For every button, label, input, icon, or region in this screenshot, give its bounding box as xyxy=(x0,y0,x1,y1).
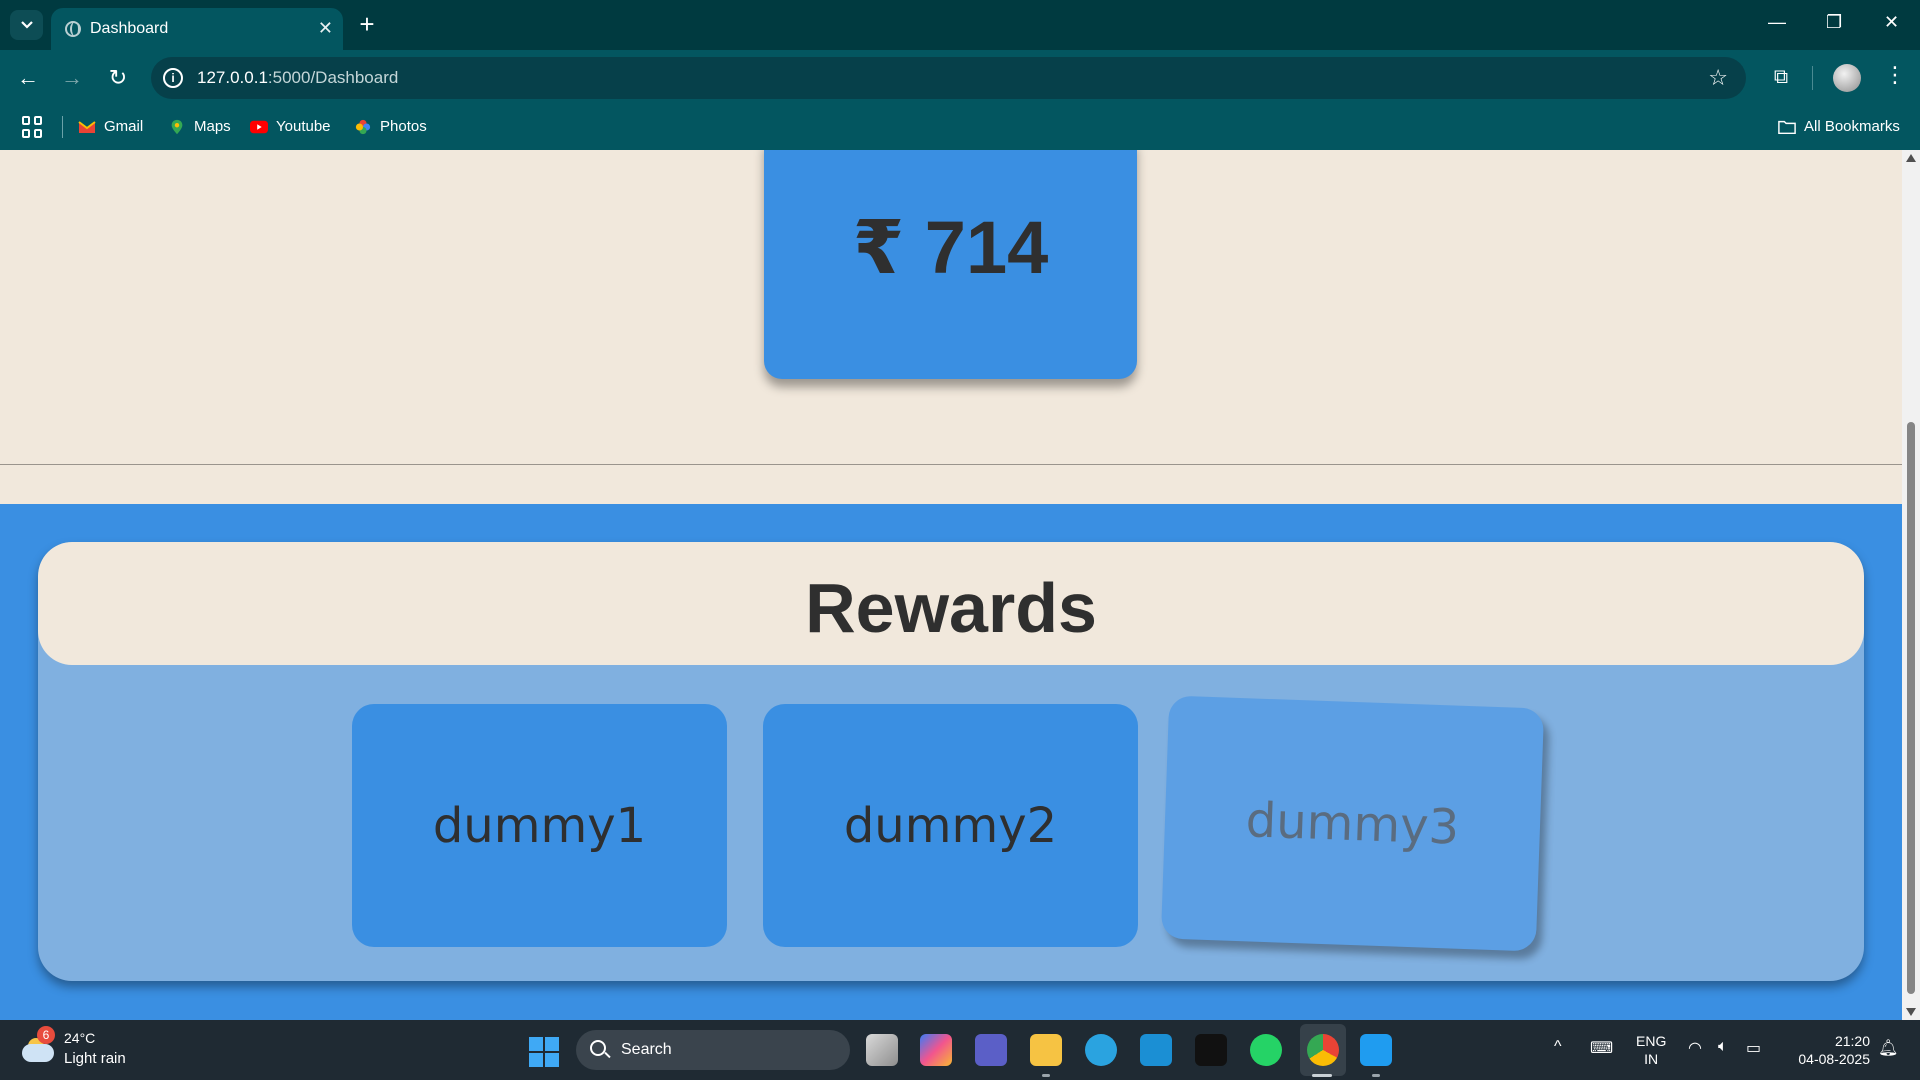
browser-toolbar: ← → ↻ i 127.0.0.1:5000/Dashboard ☆ ⧉ ⋮ xyxy=(0,50,1920,106)
section-divider xyxy=(0,464,1902,465)
running-indicator xyxy=(1372,1074,1380,1077)
chevron-down-icon xyxy=(20,21,33,29)
terminal-icon[interactable] xyxy=(1195,1034,1227,1066)
task-view-icon[interactable] xyxy=(866,1034,898,1066)
new-tab-button[interactable]: + xyxy=(354,10,380,38)
weather-badge: 6 xyxy=(37,1026,55,1044)
active-indicator xyxy=(1312,1074,1332,1077)
weather-desc: Light rain xyxy=(64,1050,126,1067)
notifications-icon[interactable]: 🔔︎ xyxy=(1878,1038,1898,1058)
taskbar-search[interactable]: Search xyxy=(576,1030,850,1070)
bookmark-star-icon[interactable]: ☆ xyxy=(1708,65,1728,91)
reward-label: dummy1 xyxy=(432,797,647,854)
address-bar[interactable]: i 127.0.0.1:5000/Dashboard ☆ xyxy=(151,57,1746,99)
chrome-icon[interactable] xyxy=(1307,1034,1339,1066)
page-viewport: ₹ 714 Rewards dummy1 dummy2 dummy3 xyxy=(0,150,1902,1020)
menu-dots-icon[interactable]: ⋮ xyxy=(1884,62,1906,88)
reload-icon[interactable]: ↻ xyxy=(104,64,132,92)
reward-card-dummy2[interactable]: dummy2 xyxy=(763,704,1138,947)
language-indicator[interactable]: ENG IN xyxy=(1636,1032,1666,1068)
page-scrollbar[interactable] xyxy=(1902,150,1920,1020)
bookmarks-bar: Gmail Maps Youtube Photos All Bookmarks xyxy=(0,106,1920,150)
bookmark-photos[interactable]: Photos xyxy=(354,118,427,135)
toolbar-divider xyxy=(1812,66,1813,90)
close-tab-icon[interactable]: ✕ xyxy=(318,19,333,37)
rewards-panel: Rewards dummy1 dummy2 dummy3 xyxy=(38,542,1864,981)
search-placeholder: Search xyxy=(621,1041,672,1058)
apps-grid-icon[interactable] xyxy=(22,116,44,138)
balance-card: ₹ 714 xyxy=(764,150,1137,379)
url-text: 127.0.0.1:5000/Dashboard xyxy=(197,68,399,87)
battery-icon[interactable]: ▭ xyxy=(1746,1038,1761,1058)
prime-video-icon[interactable] xyxy=(1140,1034,1172,1066)
volume-icon[interactable]: 🔈︎ xyxy=(1718,1038,1728,1056)
running-indicator xyxy=(1042,1074,1050,1077)
browser-tabbar: Dashboard ✕ + — ❐ ✕ xyxy=(0,0,1920,50)
tab-title: Dashboard xyxy=(90,20,169,37)
scroll-down-arrow-icon[interactable] xyxy=(1906,1008,1916,1016)
weather-temp: 24°C xyxy=(64,1030,96,1046)
gmail-icon xyxy=(78,120,96,133)
rewards-section: Rewards dummy1 dummy2 dummy3 xyxy=(0,504,1902,1020)
search-icon xyxy=(590,1040,606,1056)
teams-icon[interactable] xyxy=(975,1034,1007,1066)
rewards-header: Rewards xyxy=(38,542,1864,665)
forward-icon[interactable]: → xyxy=(58,64,86,92)
reward-label: dummy3 xyxy=(1244,791,1461,856)
bookmark-gmail[interactable]: Gmail xyxy=(78,118,143,135)
photos-icon xyxy=(355,119,371,134)
copilot-icon[interactable] xyxy=(920,1034,952,1066)
start-button-icon[interactable] xyxy=(529,1037,559,1067)
wifi-icon[interactable]: ◠ xyxy=(1688,1038,1702,1058)
bookmark-maps[interactable]: Maps xyxy=(168,118,231,135)
rewards-title: Rewards xyxy=(805,569,1097,647)
site-info-icon[interactable]: i xyxy=(163,68,183,88)
extensions-icon[interactable]: ⧉ xyxy=(1768,64,1794,90)
balance-value: ₹ 714 xyxy=(852,206,1049,289)
file-explorer-icon[interactable] xyxy=(1030,1034,1062,1066)
whatsapp-icon[interactable] xyxy=(1250,1034,1282,1066)
bookmark-youtube[interactable]: Youtube xyxy=(250,118,331,135)
vscode-icon[interactable] xyxy=(1360,1034,1392,1066)
globe-icon xyxy=(65,21,81,37)
minimize-icon[interactable]: — xyxy=(1768,12,1786,33)
folder-icon xyxy=(1778,120,1796,134)
reward-card-dummy1[interactable]: dummy1 xyxy=(352,704,727,947)
reward-label: dummy2 xyxy=(843,797,1058,854)
scroll-thumb[interactable] xyxy=(1907,422,1915,994)
tab-search-button[interactable] xyxy=(10,10,43,40)
profile-avatar[interactable] xyxy=(1833,64,1861,92)
clock[interactable]: 21:20 04-08-2025 xyxy=(1784,1032,1870,1068)
tab-dashboard[interactable]: Dashboard ✕ xyxy=(51,8,343,50)
back-icon[interactable]: ← xyxy=(14,64,42,92)
scroll-up-arrow-icon[interactable] xyxy=(1906,154,1916,162)
close-window-icon[interactable]: ✕ xyxy=(1884,12,1899,33)
keyboard-icon[interactable]: ⌨ xyxy=(1590,1038,1613,1058)
youtube-icon xyxy=(250,120,268,133)
reward-card-dummy3[interactable]: dummy3 xyxy=(1160,695,1545,952)
maps-icon xyxy=(171,119,183,134)
show-hidden-icons-icon[interactable]: ^ xyxy=(1554,1038,1562,1056)
all-bookmarks[interactable]: All Bookmarks xyxy=(1778,118,1900,135)
telegram-icon[interactable] xyxy=(1085,1034,1117,1066)
restore-icon[interactable]: ❐ xyxy=(1826,12,1842,33)
bookmarks-divider xyxy=(62,116,63,138)
windows-taskbar: 6 24°C Light rain Search ^ ⌨ ENG IN ◠ 🔈︎… xyxy=(0,1020,1920,1080)
